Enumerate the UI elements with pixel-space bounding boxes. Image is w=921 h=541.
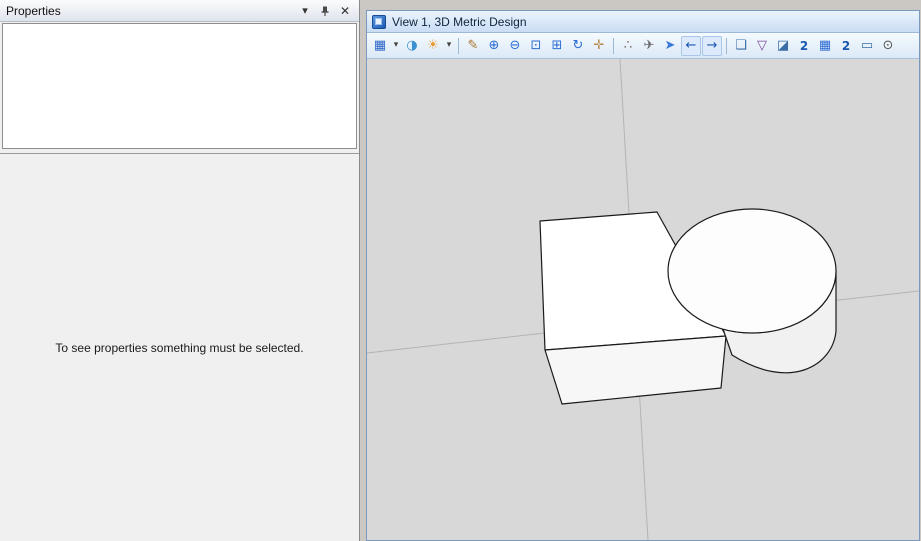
view-dialog-icon: ▭ [860, 38, 874, 53]
fit-view-icon: ⊞ [551, 38, 563, 53]
saved-views-icon: ▦ [818, 38, 832, 53]
properties-empty-message: To see properties something must be sele… [55, 340, 304, 355]
adjust-view-brightness-icon: ☀ [427, 38, 439, 53]
walk-icon: ∴ [623, 38, 633, 53]
brightness-caret-icon: ▾ [446, 40, 452, 50]
display-style-icon: ◑ [406, 38, 418, 53]
view-attributes-button[interactable]: ▦ [370, 36, 390, 56]
pin-icon[interactable] [317, 3, 333, 19]
window-area-button[interactable]: ⊡ [526, 36, 546, 56]
toolbar-separator [726, 37, 727, 54]
brightness-caret-button[interactable]: ▾ [444, 36, 454, 56]
saved-views-button[interactable]: ▦ [815, 36, 835, 56]
properties-detail-area: To see properties something must be sele… [0, 153, 359, 541]
view-toolbar: ▦ ▾ ◑ ☀ ▾ ✎ ⊕ ⊖ ⊡ ⊞ ↻ ✛ ∴ ✈ ➤ ← → ❏ ▽ ◪ 2 ▦ 2 ▭ ⊙ [367, 33, 919, 59]
clip-volume-icon: ▽ [757, 38, 767, 53]
view-window: View 1, 3D Metric Design ▦ ▾ ◑ ☀ ▾ ✎ ⊕ ⊖ ⊡ ⊞ ↻ ✛ ∴ ✈ ➤… [366, 10, 920, 541]
rotate-view-button[interactable]: ↻ [568, 36, 588, 56]
window-area-icon: ⊡ [530, 38, 542, 53]
depth-forward-icon: 2 [799, 38, 809, 53]
view-previous-button[interactable]: ← [681, 35, 701, 56]
walk-button[interactable]: ∴ [618, 36, 638, 56]
depth-forward-button[interactable]: 2 [794, 36, 814, 56]
clip-mask-button[interactable]: ◪ [773, 36, 793, 56]
view-previous-icon: ← [685, 38, 697, 53]
pan-view-icon: ✛ [593, 38, 605, 53]
view-attributes-caret-icon: ▾ [393, 40, 399, 50]
copy-view-button[interactable]: ❏ [731, 36, 751, 56]
properties-panel: Properties ▾ ✕ To see properties somethi… [0, 0, 360, 541]
properties-titlebar[interactable]: Properties ▾ ✕ [0, 0, 359, 22]
pan-view-button[interactable]: ✛ [589, 36, 609, 56]
depth-backward-icon: 2 [841, 38, 851, 53]
cylinder-top-ellipse[interactable] [667, 208, 837, 334]
depth-backward-button[interactable]: 2 [836, 36, 856, 56]
zoom-in-icon: ⊕ [488, 38, 500, 53]
camera-view-icon: ⊙ [882, 38, 894, 53]
properties-tree-area[interactable] [2, 23, 357, 149]
view-dialog-button[interactable]: ▭ [857, 36, 877, 56]
copy-view-icon: ❏ [735, 38, 747, 53]
rotate-view-icon: ↻ [572, 38, 584, 53]
navigate-view-icon: ➤ [664, 38, 676, 53]
view-title: View 1, 3D Metric Design [392, 14, 527, 29]
toolbar-separator [613, 37, 614, 54]
view-next-icon: → [706, 38, 718, 53]
camera-view-button[interactable]: ⊙ [878, 36, 898, 56]
close-icon[interactable]: ✕ [337, 3, 353, 19]
zoom-out-icon: ⊖ [509, 38, 521, 53]
zoom-in-button[interactable]: ⊕ [484, 36, 504, 56]
toolbar-separator [458, 37, 459, 54]
update-view-icon: ✎ [467, 38, 479, 53]
fly-icon: ✈ [643, 38, 655, 53]
clip-volume-button[interactable]: ▽ [752, 36, 772, 56]
view-window-icon [372, 14, 386, 29]
fly-button[interactable]: ✈ [639, 36, 659, 56]
view-attributes-caret-button[interactable]: ▾ [391, 36, 401, 56]
clip-mask-icon: ◪ [776, 38, 790, 53]
fit-view-button[interactable]: ⊞ [547, 36, 567, 56]
update-view-button[interactable]: ✎ [463, 36, 483, 56]
panel-menu-caret-icon[interactable]: ▾ [297, 3, 313, 19]
navigate-view-button[interactable]: ➤ [660, 36, 680, 56]
properties-title: Properties [6, 3, 61, 18]
view-next-button[interactable]: → [702, 35, 722, 56]
viewport-scene [367, 59, 919, 540]
zoom-out-button[interactable]: ⊖ [505, 36, 525, 56]
view-attributes-icon: ▦ [373, 38, 387, 53]
view-titlebar[interactable]: View 1, 3D Metric Design [367, 11, 919, 33]
adjust-view-brightness-button[interactable]: ☀ [423, 36, 443, 56]
display-style-button[interactable]: ◑ [402, 36, 422, 56]
viewport[interactable] [367, 59, 919, 540]
